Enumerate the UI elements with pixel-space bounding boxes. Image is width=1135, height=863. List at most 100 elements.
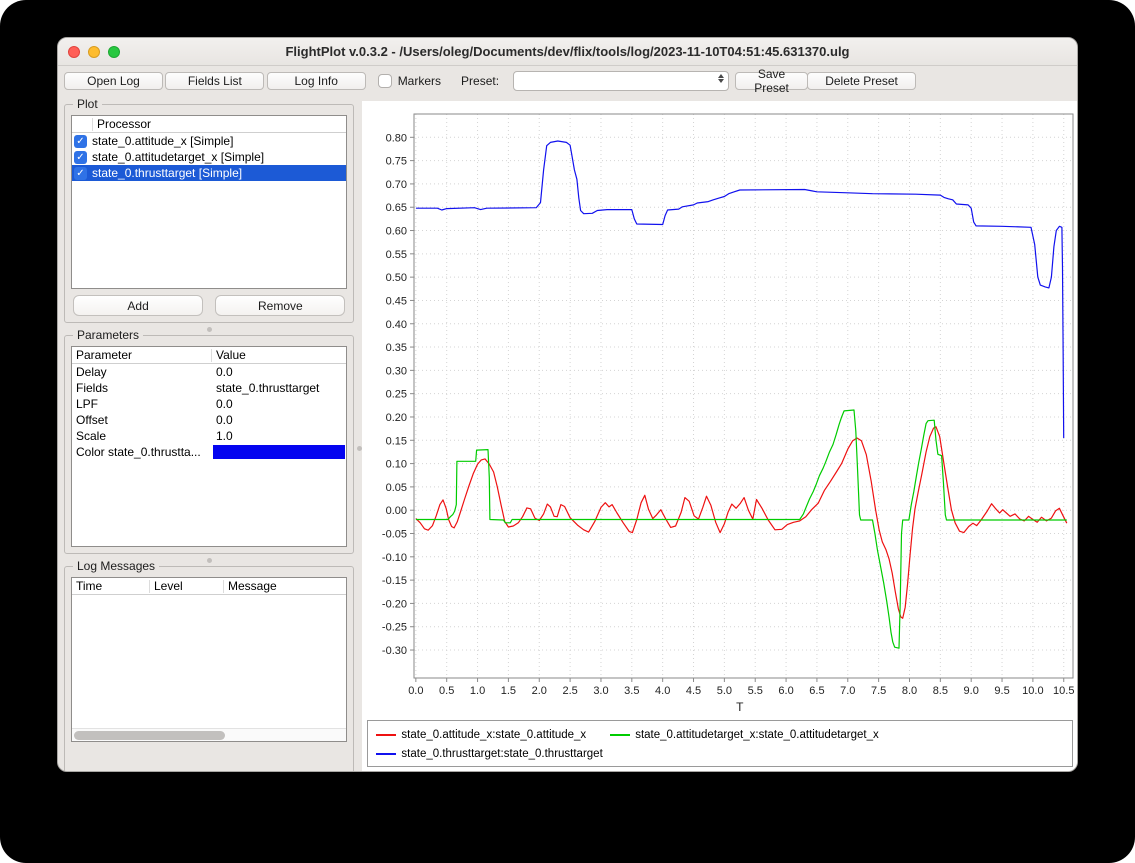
preset-combobox[interactable] [513,71,729,91]
svg-text:5.0: 5.0 [717,685,732,697]
svg-text:-0.30: -0.30 [382,645,407,657]
remove-button[interactable]: Remove [215,295,345,316]
chart-area[interactable]: 0.00.51.01.52.02.53.03.54.04.55.05.56.06… [362,101,1077,772]
svg-text:9.0: 9.0 [964,685,979,697]
preset-label: Preset: [461,74,499,88]
divider-handle-icon [357,446,362,451]
parameter-value[interactable]: 0.0 [212,413,346,427]
field-checkbox[interactable]: ✓ [74,167,87,180]
parameter-row[interactable]: Color state_0.thrustta... [72,444,346,460]
svg-text:4.5: 4.5 [686,685,701,697]
close-button[interactable] [68,46,80,58]
svg-text:-0.25: -0.25 [382,622,407,634]
svg-text:-0.10: -0.10 [382,552,407,564]
parameter-row[interactable]: Fieldsstate_0.thrusttarget [72,380,346,396]
plot-field-rows: ✓ state_0.attitude_x [Simple]✓state_0.att… [72,133,346,181]
processor-column-header: Processor [93,118,346,131]
plot-panel-title: Plot [73,97,102,111]
legend-row: state_0.thrusttarget:state_0.thrusttarge… [376,744,1064,763]
field-checkbox[interactable]: ✓ [74,135,87,148]
toolbar-button-group: Open Log Fields List Log Info [64,72,366,90]
parameter-row[interactable]: Delay0.0 [72,364,346,380]
plot-field-row[interactable]: ✓ state_0.attitude_x [Simple] [72,133,346,149]
zoom-button[interactable] [108,46,120,58]
parameter-row[interactable]: Offset0.0 [72,412,346,428]
parameter-rows: Delay0.0Fieldsstate_0.thrusttargetLPF0.0… [72,364,346,460]
legend-line-icon [376,734,396,736]
legend-line-icon [610,734,630,736]
svg-text:0.60: 0.60 [386,226,407,238]
plot-field-list[interactable]: Processor ✓state_0.attitude_x [Simple]✓s… [71,115,347,289]
svg-text:3.5: 3.5 [625,685,640,697]
parameter-value[interactable]: state_0.thrusttarget [212,381,346,395]
legend-item: state_0.attitude_x:state_0.attitude_x [376,729,586,741]
combo-stepper-icon[interactable] [718,74,724,83]
plot-panel-buttons: Add Remove [71,295,347,316]
save-preset-button[interactable]: Save Preset [735,72,808,90]
svg-text:1.5: 1.5 [501,685,516,697]
log-horizontal-scrollbar[interactable] [72,728,346,741]
svg-text:7.0: 7.0 [841,685,856,697]
svg-text:3.0: 3.0 [594,685,609,697]
plot-field-row[interactable]: ✓state_0.attitudetarget_x [Simple] [72,149,346,165]
svg-text:0.5: 0.5 [439,685,454,697]
svg-text:0.30: 0.30 [386,365,407,377]
left-sidebar: Plot Processor ✓ state_0.attitude_x [Simp… [58,96,356,772]
svg-text:0.15: 0.15 [386,435,407,447]
level-column-header: Level [150,580,224,593]
value-column-header: Value [212,349,346,362]
parameter-name: Offset [72,413,212,427]
svg-text:0.65: 0.65 [386,202,407,214]
plot-panel: Plot Processor ✓state_0.attitude_x [Simp… [64,104,354,323]
svg-text:T: T [737,700,745,714]
field-checkbox[interactable]: ✓ [74,151,87,164]
parameter-value[interactable]: 0.0 [212,365,346,379]
add-button[interactable]: Add [73,295,203,316]
parameters-table[interactable]: Parameter Value Delay0.0Fieldsstate_0.th… [71,346,347,547]
color-swatch[interactable] [213,445,345,459]
log-messages-panel: Log Messages Time Level Message [64,566,354,772]
open-log-button[interactable]: Open Log [64,72,163,90]
parameter-row[interactable]: LPF0.0 [72,396,346,412]
parameter-name: Fields [72,381,212,395]
svg-text:8.5: 8.5 [933,685,948,697]
svg-text:0.45: 0.45 [386,295,407,307]
scrollbar-thumb[interactable] [74,731,225,740]
svg-text:0.70: 0.70 [386,179,407,191]
markers-label: Markers [398,74,441,88]
svg-text:7.5: 7.5 [871,685,886,697]
parameter-value[interactable]: 1.0 [212,429,346,443]
plot-field-row[interactable]: ✓state_0.thrusttarget [Simple] [72,165,346,181]
parameters-panel: Parameters Parameter Value Delay0.0Field… [64,335,354,554]
fields-list-button[interactable]: Fields List [165,72,264,90]
legend-label: state_0.attitudetarget_x:state_0.attitud… [635,729,879,741]
field-label: state_0.attitude_x [Simple] [92,134,233,148]
parameter-name: Scale [72,429,212,443]
parameter-column-header: Parameter [72,349,212,362]
markers-checkbox[interactable] [378,74,392,88]
svg-text:5.5: 5.5 [748,685,763,697]
toolbar: Open Log Fields List Log Info Markers Pr… [58,66,1077,96]
flight-plot-chart[interactable]: 0.00.51.01.52.02.53.03.54.04.55.05.56.06… [362,101,1078,717]
parameter-name: Delay [72,365,212,379]
log-messages-panel-title: Log Messages [73,559,159,573]
title-bar[interactable]: FlightPlot v.0.3.2 - /Users/oleg/Documen… [58,38,1077,66]
time-column-header: Time [72,580,150,593]
parameter-row[interactable]: Scale1.0 [72,428,346,444]
delete-preset-button[interactable]: Delete Preset [807,72,916,90]
parameter-value[interactable]: 0.0 [212,397,346,411]
parameters-panel-title: Parameters [73,328,143,342]
svg-text:0.50: 0.50 [386,272,407,284]
parameter-name: Color state_0.thrustta... [72,445,212,459]
main-content: Plot Processor ✓ state_0.attitude_x [Simp… [58,96,1077,772]
divider-handle-icon [207,558,212,563]
legend-item: state_0.thrusttarget:state_0.thrusttarge… [376,748,602,760]
message-column-header: Message [224,580,346,593]
svg-text:0.00: 0.00 [386,505,407,517]
minimize-button[interactable] [88,46,100,58]
log-messages-table[interactable]: Time Level Message [71,577,347,742]
svg-text:0.25: 0.25 [386,389,407,401]
svg-text:0.20: 0.20 [386,412,407,424]
log-info-button[interactable]: Log Info [267,72,366,90]
svg-text:2.0: 2.0 [532,685,547,697]
